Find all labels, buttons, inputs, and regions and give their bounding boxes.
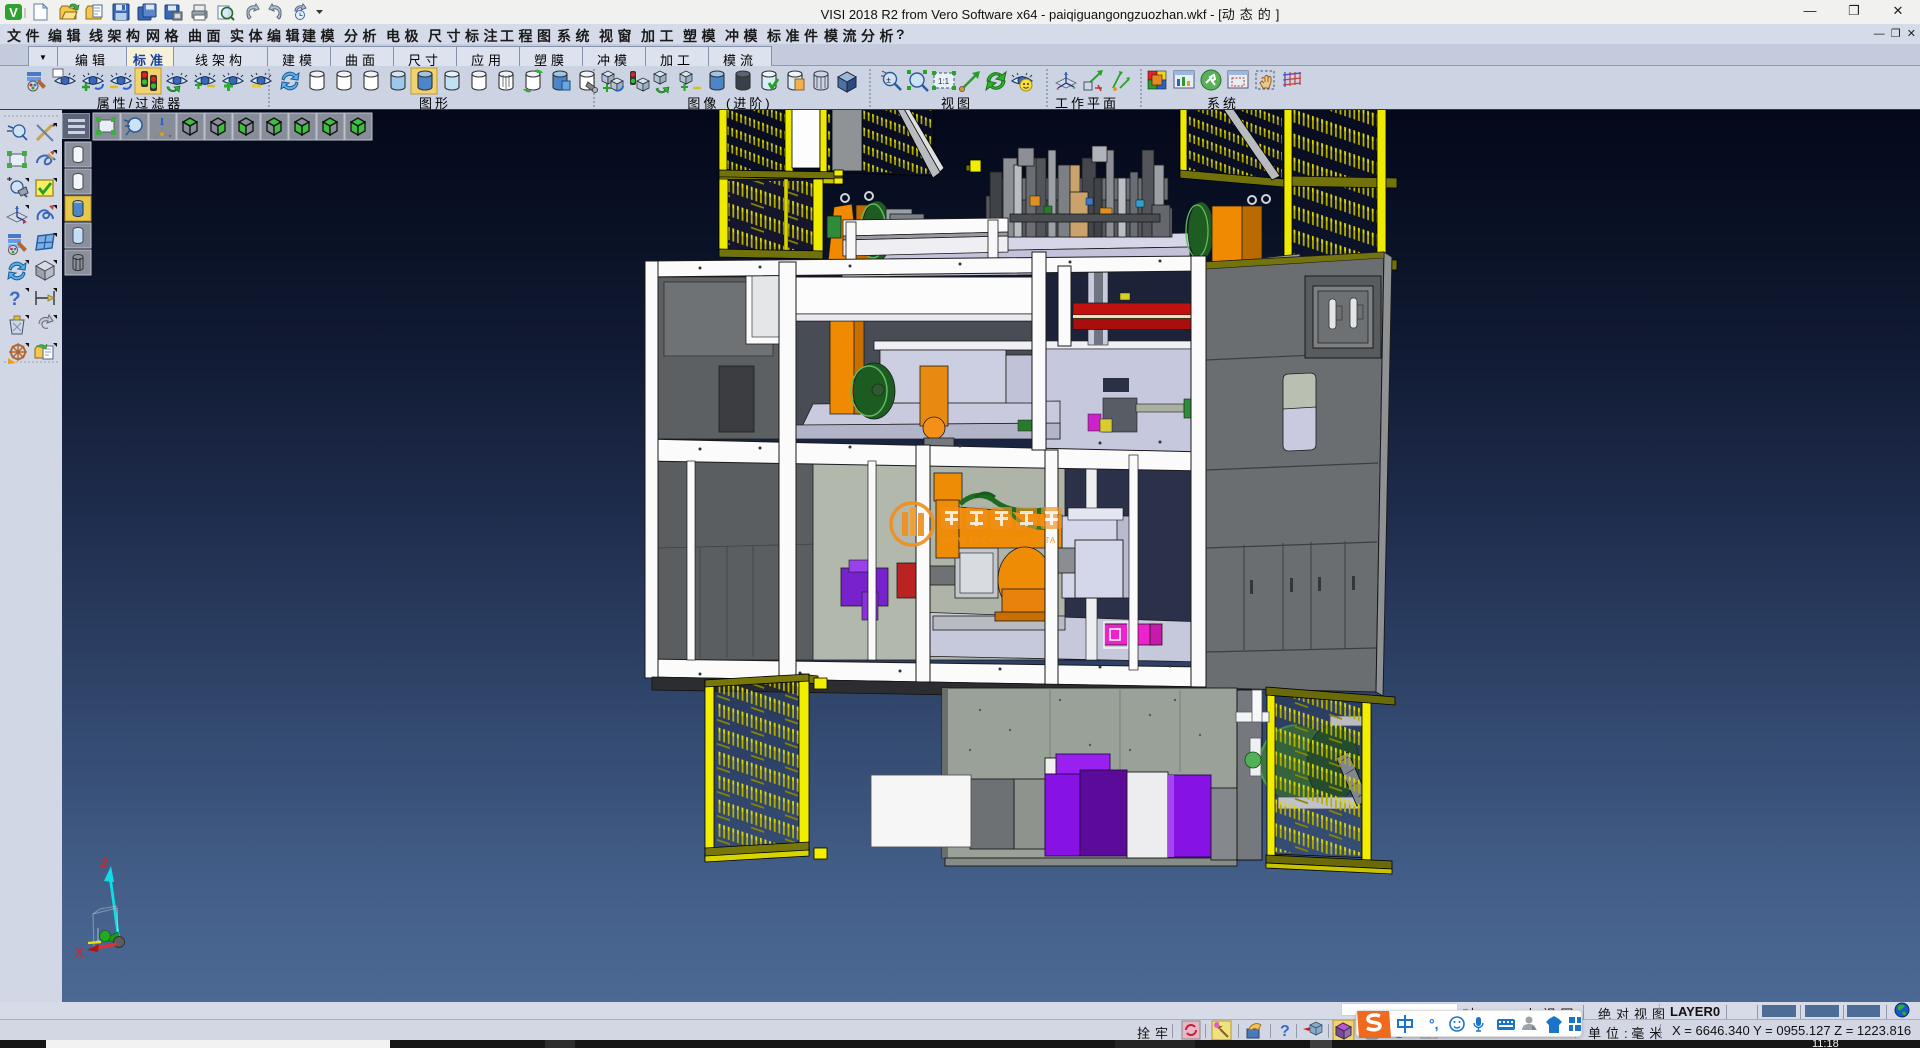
svg-text:V: V xyxy=(9,5,18,20)
svg-text:°,: °, xyxy=(1429,1016,1439,1032)
svg-text:?: ? xyxy=(9,289,21,310)
svg-text:WWW.FACAIZILIAO.DATA: WWW.FACAIZILIAO.DATA xyxy=(941,536,1056,545)
svg-text:?: ? xyxy=(1280,1023,1290,1040)
svg-text:±: ± xyxy=(886,75,891,85)
svg-text:1:1: 1:1 xyxy=(938,77,950,86)
svg-text:X: X xyxy=(75,945,84,960)
svg-text:Z: Z xyxy=(100,855,109,871)
